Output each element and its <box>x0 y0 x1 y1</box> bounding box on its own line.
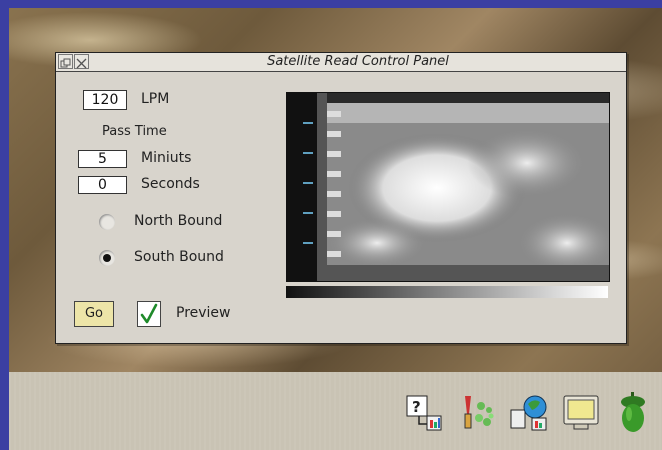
preview-label: Preview <box>176 305 231 321</box>
satellite-image-preview <box>286 92 610 282</box>
checkmark-icon <box>140 303 158 324</box>
monitor-icon[interactable] <box>562 392 602 436</box>
minutes-field[interactable]: 5 <box>78 150 127 168</box>
north-bound-label: North Bound <box>134 213 223 229</box>
go-button[interactable]: Go <box>74 301 114 327</box>
acorn-icon[interactable] <box>613 392 653 440</box>
south-bound-label: South Bound <box>134 249 224 265</box>
minutes-label: Miniuts <box>141 150 192 166</box>
close-icon[interactable] <box>74 54 89 69</box>
title-bar[interactable]: Satellite Read Control Panel <box>56 53 626 72</box>
seconds-label: Seconds <box>141 176 200 192</box>
grayscale-bar <box>286 286 608 298</box>
svg-text:?: ? <box>412 398 421 416</box>
lpm-field[interactable]: 120 <box>83 90 127 110</box>
network-icon[interactable] <box>508 392 550 436</box>
paint-icon[interactable] <box>457 392 497 436</box>
control-panel-window: Satellite Read Control Panel 120 LPM Pas… <box>55 52 627 344</box>
south-bound-radio[interactable] <box>99 250 115 266</box>
seconds-field[interactable]: 0 <box>78 176 127 194</box>
north-bound-radio[interactable] <box>99 214 115 230</box>
pass-time-heading: Pass Time <box>102 124 167 139</box>
window-title: Satellite Read Control Panel <box>267 54 449 69</box>
preview-checkbox[interactable] <box>137 301 161 327</box>
help-icon[interactable]: ? <box>405 392 445 436</box>
back-icon[interactable] <box>58 54 73 69</box>
lpm-label: LPM <box>141 91 170 107</box>
